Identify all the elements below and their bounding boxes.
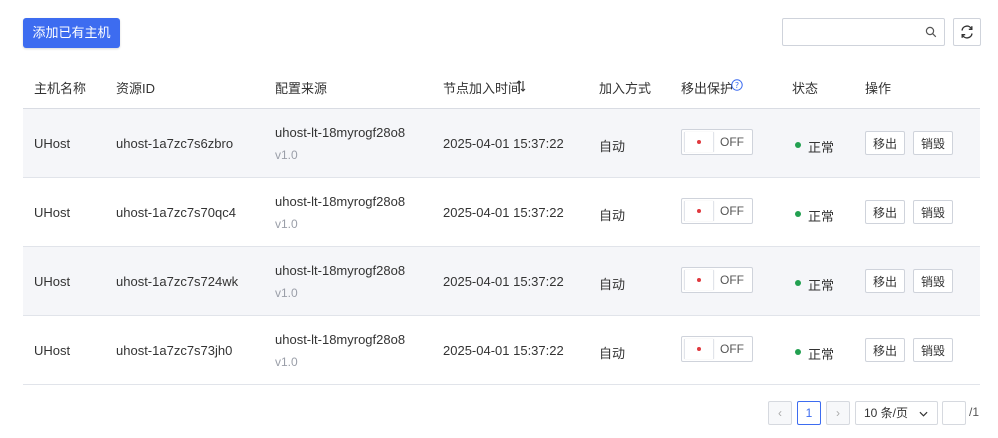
toggle-label: OFF xyxy=(720,273,744,287)
toggle-knob xyxy=(684,339,714,359)
status-text: 正常 xyxy=(808,140,835,155)
column-header-host-name: 主机名称 xyxy=(34,81,87,96)
refresh-button[interactable] xyxy=(953,18,981,46)
column-header-actions: 操作 xyxy=(865,81,892,96)
table-row: UHost uhost-1a7zc7s70qc4 uhost-lt-18myro… xyxy=(23,178,980,247)
page-1-button[interactable]: 1 xyxy=(797,401,821,425)
toggle-label: OFF xyxy=(720,342,744,356)
join-time-cell: 2025-04-01 15:37:22 xyxy=(443,343,564,358)
join-method-cell: 自动 xyxy=(599,346,626,361)
page-size-select[interactable]: 10 条/页 xyxy=(855,401,938,425)
removal-protection-toggle[interactable]: OFF xyxy=(681,198,753,224)
resource-id-cell: uhost-1a7zc7s724wk xyxy=(116,274,239,289)
config-version: v1.0 xyxy=(275,286,298,300)
total-pages-text: /1 xyxy=(969,405,980,419)
host-name-cell: UHost xyxy=(34,205,71,220)
status-text: 正常 xyxy=(808,347,835,362)
toggle-off-dot xyxy=(697,278,701,282)
config-version: v1.0 xyxy=(275,355,298,369)
toggle-knob xyxy=(684,201,714,221)
status-dot-icon xyxy=(795,280,801,286)
config-source-cell[interactable]: uhost-lt-18myrogf28o8 xyxy=(275,263,405,278)
destroy-button[interactable]: 销毁 xyxy=(913,131,953,155)
column-header-removal-protection: 移出保护 xyxy=(681,81,734,96)
config-source-cell[interactable]: uhost-lt-18myrogf28o8 xyxy=(275,194,405,209)
search-icon[interactable] xyxy=(925,26,937,38)
destroy-button[interactable]: 销毁 xyxy=(913,200,953,224)
host-name-cell: UHost xyxy=(34,343,71,358)
add-existing-host-button[interactable]: 添加已有主机 xyxy=(23,18,120,48)
status-dot-icon xyxy=(795,211,801,217)
prev-page-button[interactable]: ‹ xyxy=(768,401,792,425)
svg-text:?: ? xyxy=(735,81,739,90)
host-name-cell: UHost xyxy=(34,136,71,151)
remove-button[interactable]: 移出 xyxy=(865,338,905,362)
toggle-off-dot xyxy=(697,140,701,144)
status-text: 正常 xyxy=(808,278,835,293)
page-size-label: 10 条/页 xyxy=(864,406,909,420)
status-dot-icon xyxy=(795,349,801,355)
join-method-cell: 自动 xyxy=(599,277,626,292)
table-row: UHost uhost-1a7zc7s724wk uhost-lt-18myro… xyxy=(23,247,980,316)
column-header-join-time[interactable]: 节点加入时间 xyxy=(443,78,521,97)
refresh-icon xyxy=(961,25,973,39)
resource-id-cell: uhost-1a7zc7s6zbro xyxy=(116,136,234,151)
remove-button[interactable]: 移出 xyxy=(865,131,905,155)
search-box xyxy=(782,18,945,46)
join-method-cell: 自动 xyxy=(599,139,626,154)
join-method-cell: 自动 xyxy=(599,208,626,223)
sort-icon[interactable] xyxy=(516,80,526,92)
join-time-cell: 2025-04-01 15:37:22 xyxy=(443,205,564,220)
host-name-cell: UHost xyxy=(34,274,71,289)
remove-button[interactable]: 移出 xyxy=(865,200,905,224)
status-text: 正常 xyxy=(808,209,835,224)
column-header-resource-id: 资源ID xyxy=(116,81,156,96)
toggle-off-dot xyxy=(697,347,701,351)
column-header-join-method: 加入方式 xyxy=(599,81,652,96)
toggle-label: OFF xyxy=(720,135,744,149)
config-version: v1.0 xyxy=(275,217,298,231)
resource-id-cell: uhost-1a7zc7s73jh0 xyxy=(116,343,233,358)
toggle-label: OFF xyxy=(720,204,744,218)
config-source-cell[interactable]: uhost-lt-18myrogf28o8 xyxy=(275,125,405,140)
removal-protection-toggle[interactable]: OFF xyxy=(681,267,753,293)
table-row: UHost uhost-1a7zc7s6zbro uhost-lt-18myro… xyxy=(23,109,980,178)
table-row: UHost uhost-1a7zc7s73jh0 uhost-lt-18myro… xyxy=(23,316,980,385)
config-version: v1.0 xyxy=(275,148,298,162)
join-time-cell: 2025-04-01 15:37:22 xyxy=(443,274,564,289)
destroy-button[interactable]: 销毁 xyxy=(913,269,953,293)
toggle-off-dot xyxy=(697,209,701,213)
join-time-cell: 2025-04-01 15:37:22 xyxy=(443,136,564,151)
toggle-knob xyxy=(684,132,714,152)
destroy-button[interactable]: 销毁 xyxy=(913,338,953,362)
removal-protection-toggle[interactable]: OFF xyxy=(681,336,753,362)
remove-button[interactable]: 移出 xyxy=(865,269,905,293)
search-input[interactable] xyxy=(789,22,917,42)
resource-id-cell: uhost-1a7zc7s70qc4 xyxy=(116,205,236,220)
status-dot-icon xyxy=(795,142,801,148)
toggle-knob xyxy=(684,270,714,290)
next-page-button[interactable]: › xyxy=(826,401,850,425)
config-source-cell[interactable]: uhost-lt-18myrogf28o8 xyxy=(275,332,405,347)
chevron-down-icon xyxy=(919,411,928,417)
column-header-config-source: 配置来源 xyxy=(275,81,328,96)
column-header-status: 状态 xyxy=(792,81,819,96)
removal-protection-toggle[interactable]: OFF xyxy=(681,129,753,155)
page-jump-input[interactable] xyxy=(942,401,966,425)
help-icon[interactable]: ? xyxy=(731,79,743,91)
